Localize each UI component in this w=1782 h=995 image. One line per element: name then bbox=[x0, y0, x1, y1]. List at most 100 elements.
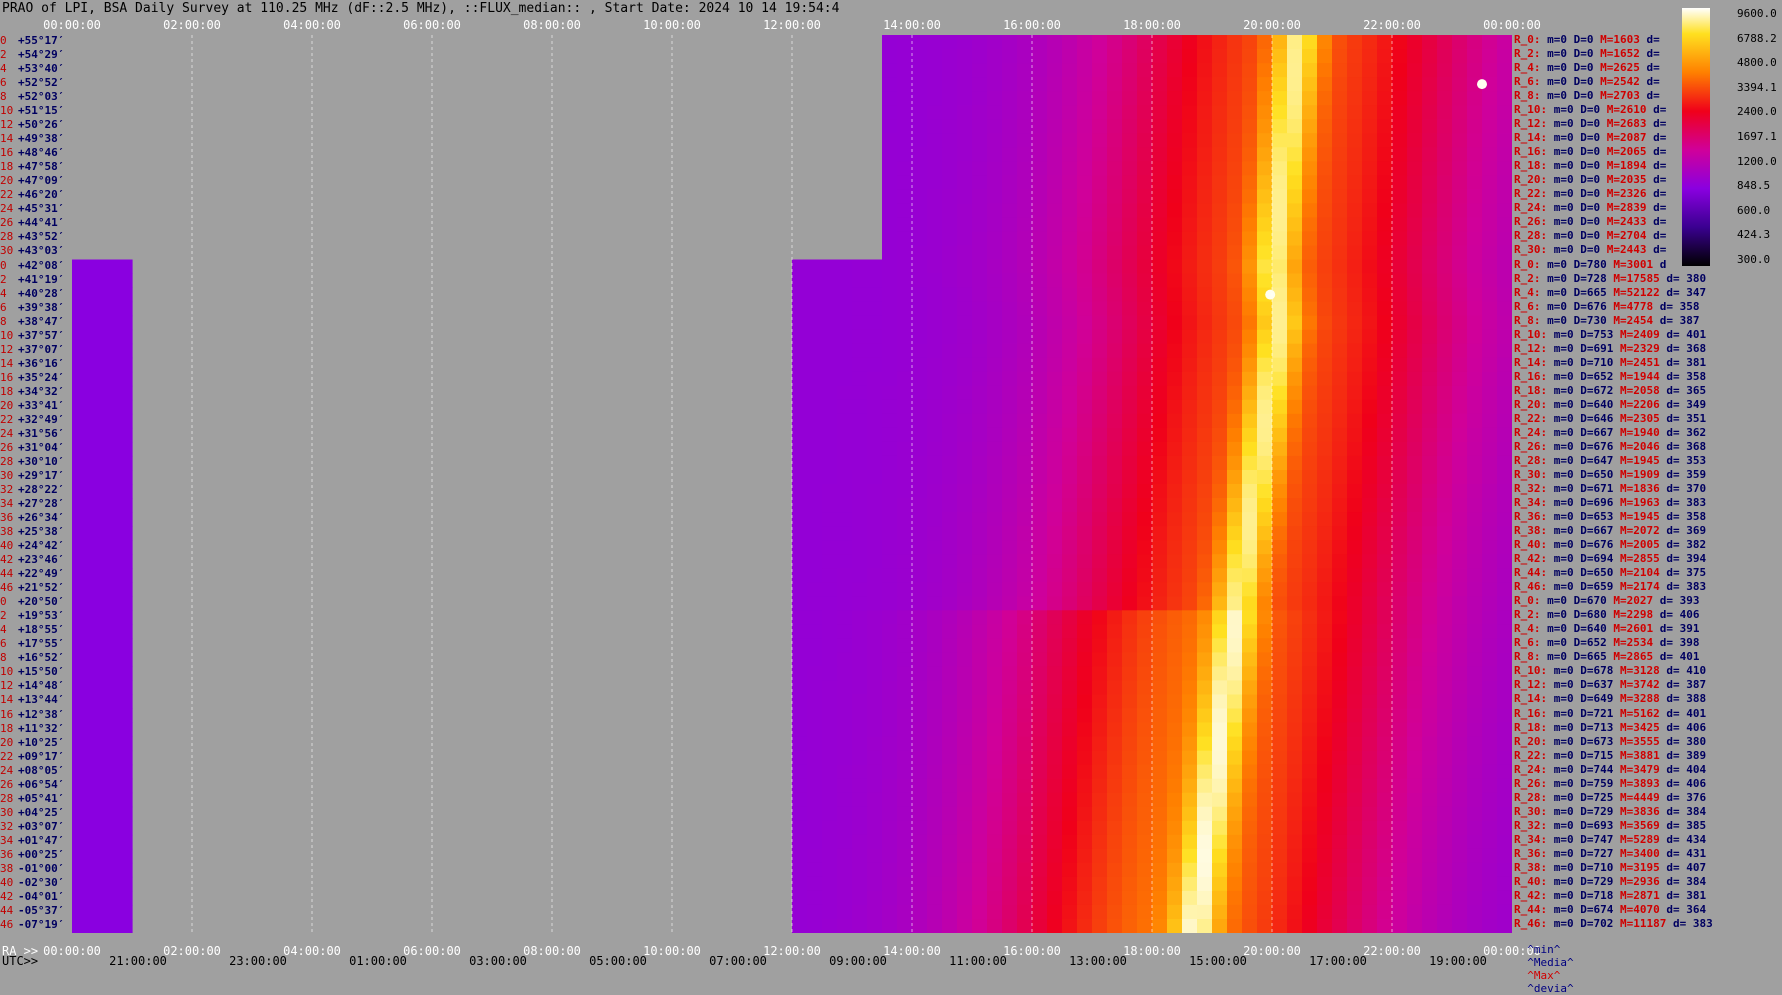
heatmap-cell bbox=[1257, 890, 1273, 906]
heatmap-cell bbox=[1002, 596, 1018, 611]
heatmap-cell bbox=[1377, 189, 1393, 204]
heatmap-cell bbox=[1212, 399, 1228, 415]
heatmap-cell bbox=[1362, 834, 1378, 850]
heatmap-cell bbox=[1302, 455, 1318, 471]
heatmap-cell bbox=[1347, 259, 1363, 274]
heatmap-cell bbox=[117, 792, 133, 808]
heatmap-cell bbox=[1197, 343, 1213, 359]
heatmap-cell bbox=[1107, 652, 1123, 667]
heatmap-cell bbox=[1032, 596, 1048, 611]
heatmap-cell bbox=[1227, 77, 1243, 92]
heatmap-cell bbox=[1347, 848, 1363, 864]
heatmap-cell bbox=[1062, 848, 1078, 864]
heatmap-cell bbox=[1167, 638, 1183, 653]
heatmap-cell bbox=[1092, 217, 1108, 232]
heatmap-cell bbox=[1062, 484, 1078, 499]
heatmap-cell bbox=[1467, 35, 1483, 50]
heatmap-cell bbox=[972, 91, 988, 106]
heatmap-cell bbox=[897, 399, 913, 415]
heatmap-cell bbox=[1212, 736, 1228, 752]
heatmap-cell bbox=[1122, 582, 1138, 597]
heatmap-cell bbox=[1347, 91, 1363, 106]
heatmap-cell bbox=[1332, 329, 1348, 345]
heatmap-cell bbox=[1377, 764, 1393, 780]
heatmap-cell bbox=[852, 722, 868, 737]
heatmap-cell bbox=[897, 329, 913, 345]
heatmap-cell bbox=[1032, 315, 1048, 331]
heatmap-cell bbox=[1362, 554, 1378, 569]
heatmap-cell bbox=[1197, 315, 1213, 331]
heatmap-cell bbox=[1302, 287, 1318, 303]
heatmap-cell bbox=[807, 582, 823, 597]
heatmap-cell bbox=[1212, 427, 1228, 443]
heatmap-cell bbox=[1242, 666, 1258, 681]
heatmap-cell bbox=[1212, 862, 1228, 878]
heatmap-cell bbox=[897, 680, 913, 695]
heatmap-cell bbox=[87, 610, 103, 625]
heatmap-cell bbox=[942, 484, 958, 499]
heatmap-cell bbox=[1017, 512, 1033, 527]
heatmap-cell bbox=[1302, 554, 1318, 569]
heatmap-cell bbox=[1212, 680, 1228, 695]
heatmap-cell bbox=[1422, 806, 1438, 822]
heatmap-cell bbox=[942, 554, 958, 569]
heatmap-cell bbox=[1482, 792, 1498, 808]
heatmap-cell bbox=[1317, 596, 1333, 611]
heatmap-cell bbox=[1257, 273, 1273, 288]
heatmap-cell bbox=[792, 273, 808, 288]
heatmap-cell bbox=[987, 638, 1003, 653]
heatmap-cell bbox=[1257, 35, 1273, 50]
heatmap-cell bbox=[1317, 301, 1333, 317]
heatmap-cell bbox=[1362, 77, 1378, 92]
heatmap-cell bbox=[972, 498, 988, 513]
heatmap-cell bbox=[1017, 498, 1033, 513]
heatmap-cell bbox=[1167, 540, 1183, 555]
row-stat: R_34: m=0 D=696 M=1963 d= 383 bbox=[1514, 496, 1707, 510]
heatmap-cell bbox=[1377, 329, 1393, 345]
heatmap-cell bbox=[927, 427, 943, 443]
heatmap-cell bbox=[1272, 470, 1288, 485]
heatmap-cell bbox=[882, 484, 898, 499]
heatmap-cell bbox=[1242, 736, 1258, 752]
heatmap-cell bbox=[1077, 736, 1093, 752]
heatmap-cell bbox=[1302, 736, 1318, 752]
heatmap-cell bbox=[1122, 919, 1138, 933]
heatmap-cell bbox=[1122, 596, 1138, 611]
row-index: 6 bbox=[0, 300, 7, 314]
heatmap-cell bbox=[1407, 371, 1423, 387]
heatmap-cell bbox=[1017, 708, 1033, 723]
heatmap-cell bbox=[72, 582, 88, 597]
heatmap-cell bbox=[1362, 862, 1378, 878]
heatmap-cell bbox=[1002, 666, 1018, 681]
heatmap-cell bbox=[1452, 722, 1468, 737]
heatmap-cell bbox=[1092, 343, 1108, 359]
heatmap-cell bbox=[1317, 736, 1333, 752]
heatmap-cell bbox=[1302, 568, 1318, 583]
heatmap-cell bbox=[1287, 385, 1303, 401]
declination-value: +47°09′ bbox=[18, 174, 65, 188]
heatmap-cell bbox=[1137, 876, 1153, 892]
heatmap-cell bbox=[942, 834, 958, 850]
heatmap-cell bbox=[897, 512, 913, 527]
heatmap-cell bbox=[837, 722, 853, 737]
heatmap-cell bbox=[912, 91, 928, 106]
heatmap-cell bbox=[1032, 259, 1048, 274]
heatmap-cell bbox=[1257, 876, 1273, 892]
heatmap-cell bbox=[87, 498, 103, 513]
heatmap-cell bbox=[942, 63, 958, 78]
heatmap-cell bbox=[1182, 147, 1198, 162]
heatmap-cell bbox=[1092, 680, 1108, 695]
heatmap-cell bbox=[1347, 792, 1363, 808]
heatmap-cell bbox=[1392, 750, 1408, 766]
heatmap-cell bbox=[1302, 63, 1318, 78]
heatmap-cell bbox=[117, 498, 133, 513]
heatmap-cell bbox=[1107, 441, 1123, 457]
heatmap-cell bbox=[1287, 820, 1303, 836]
heatmap-cell bbox=[1287, 371, 1303, 387]
row-index: 8 bbox=[0, 314, 7, 328]
row-index: 36 bbox=[0, 511, 14, 525]
row-index: 10 bbox=[0, 665, 14, 679]
heatmap-cell bbox=[87, 470, 103, 485]
heatmap-cell bbox=[1287, 652, 1303, 667]
heatmap-cell bbox=[807, 722, 823, 737]
